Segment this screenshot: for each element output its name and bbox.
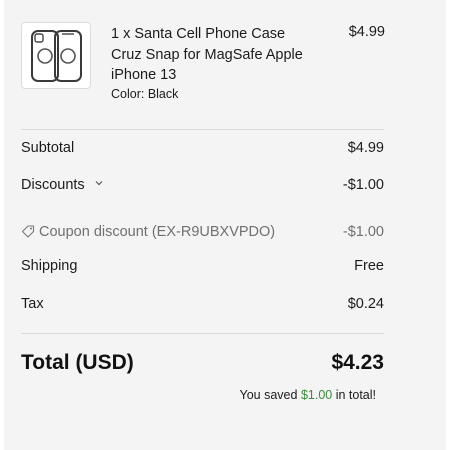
total-row: Total (USD) $4.23 (21, 351, 384, 381)
tax-value: $0.24 (347, 296, 384, 312)
total-value: $4.23 (331, 351, 384, 374)
order-summary-panel: 1 x Santa Cell Phone Case Cruz Snap for … (4, 0, 446, 450)
product-title: 1 x Santa Cell Phone Case Cruz Snap for … (111, 26, 303, 83)
product-color: Color: Black (111, 87, 179, 101)
discounts-row: Discounts -$1.00 (21, 177, 384, 199)
total-label: Total (USD) (21, 351, 134, 374)
phone-case-image (31, 30, 82, 82)
product-price: $4.99 (348, 24, 385, 40)
savings-suffix: in total! (332, 388, 376, 402)
savings-prefix: You saved (239, 388, 301, 402)
cart-item: 1 x Santa Cell Phone Case Cruz Snap for … (21, 22, 385, 102)
tax-label: Tax (21, 296, 44, 312)
shipping-value: Free (354, 258, 384, 274)
subtotal-row: Subtotal $4.99 (21, 140, 384, 162)
discounts-toggle[interactable]: Discounts (21, 177, 103, 193)
discounts-label: Discounts (21, 177, 85, 193)
discounts-value: -$1.00 (342, 177, 384, 193)
subtotal-label: Subtotal (21, 140, 75, 156)
coupon-label: Coupon discount (EX-R9UBXVPDO) (39, 224, 276, 240)
savings-note: You saved $1.00 in total! (240, 388, 376, 402)
tag-icon (21, 225, 35, 238)
divider (21, 333, 384, 334)
divider (21, 129, 384, 130)
coupon-value: -$1.00 (342, 224, 384, 240)
product-thumbnail (21, 22, 91, 89)
chevron-down-icon (95, 181, 103, 186)
tax-row: Tax $0.24 (21, 296, 384, 318)
shipping-label: Shipping (21, 258, 78, 274)
subtotal-value: $4.99 (347, 140, 384, 156)
shipping-row: Shipping Free (21, 258, 384, 280)
coupon-row: Coupon discount (EX-R9UBXVPDO) -$1.00 (21, 224, 384, 246)
savings-amount: $1.00 (300, 388, 333, 402)
